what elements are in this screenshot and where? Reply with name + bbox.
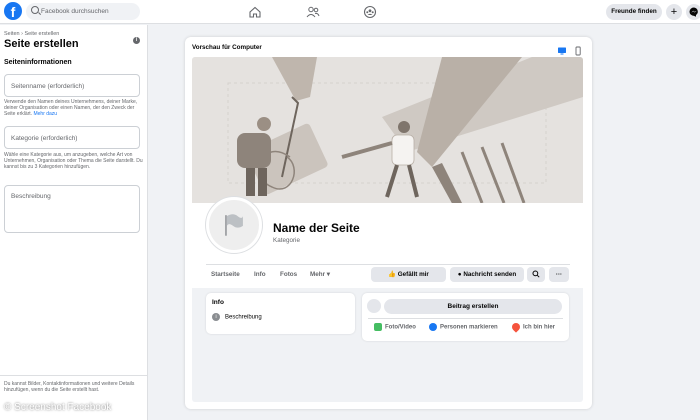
flag-avatar-icon (367, 299, 381, 313)
category-input[interactable] (5, 128, 139, 149)
desktop-icon[interactable] (557, 43, 567, 55)
photo-video-action[interactable]: Foto/Video (374, 323, 416, 331)
search-input[interactable] (41, 3, 137, 20)
category-help: Wähle eine Kategorie aus, um anzugeben, … (4, 152, 143, 171)
find-friends-button[interactable]: Freunde finden (606, 4, 662, 20)
category-field[interactable] (4, 126, 140, 149)
page-category: Kategorie (273, 237, 300, 244)
info-description: Beschreibung (225, 314, 262, 321)
tab-home[interactable]: Startseite (211, 271, 240, 278)
tab-photos[interactable]: Fotos (280, 271, 297, 278)
sidebar-footer: Du kannst Bilder, Kontaktinformationen u… (0, 375, 148, 420)
tag-people-label: Personen markieren (440, 324, 498, 331)
screenshot-watermark: © Screenshot Facebook (4, 402, 112, 413)
footer-text: Du kannst Bilder, Kontaktinformationen u… (4, 381, 135, 394)
plus-icon[interactable]: + (666, 4, 682, 20)
more-options-button[interactable]: ··· (549, 267, 569, 282)
preview-title: Vorschau für Computer (192, 44, 262, 51)
tabs-divider (206, 264, 570, 265)
send-message-button[interactable]: ● Nachricht senden (450, 267, 524, 282)
post-divider (368, 318, 563, 319)
like-icon: 👍 (388, 271, 396, 278)
send-message-label: Nachricht senden (463, 271, 517, 278)
info-icon[interactable]: i (133, 37, 140, 44)
page-name-help: Verwende den Namen deines Unternehmens, … (4, 99, 144, 118)
search-icon (532, 270, 540, 278)
search-box[interactable] (26, 3, 140, 20)
tag-people-action[interactable]: Personen markieren (429, 323, 498, 331)
info-card-title: Info (212, 299, 224, 306)
like-label: Gefällt mir (397, 271, 429, 278)
tag-people-icon (429, 323, 437, 331)
info-circle-icon: i (212, 313, 220, 321)
check-in-action[interactable]: Ich bin hier (510, 321, 556, 333)
profile-picture[interactable] (206, 197, 262, 253)
tab-more[interactable]: Mehr ▾ (310, 271, 330, 278)
section-title: Seiteninformationen (4, 59, 72, 66)
search-icon (31, 6, 39, 14)
groups-icon[interactable] (363, 5, 377, 19)
photo-icon (374, 323, 382, 331)
desktop-preview-panel: Vorschau für Computer Name der Seite Kat… (185, 37, 592, 409)
page-name: Name der Seite (273, 221, 360, 235)
mobile-icon[interactable] (573, 43, 583, 56)
create-post-button[interactable]: Beitrag erstellen (384, 299, 562, 314)
breadcrumb[interactable]: Seiten › Seite erstellen (4, 31, 59, 37)
like-button[interactable]: 👍 Gefällt mir (371, 267, 446, 282)
learn-more-link[interactable]: Mehr dazu (33, 111, 57, 117)
page-name-help-text: Verwende den Namen deines Unternehmens, … (4, 99, 138, 118)
create-post-card: Beitrag erstellen Foto/Video Personen ma… (362, 293, 569, 341)
page-title: Seite erstellen (4, 38, 79, 50)
home-icon[interactable] (248, 5, 262, 19)
search-page-button[interactable] (527, 267, 545, 282)
create-page-sidebar: Seiten › Seite erstellen Seite erstellen… (0, 25, 148, 420)
check-in-label: Ich bin hier (523, 324, 556, 331)
top-navigation-bar: f Freunde finden + (0, 0, 700, 24)
description-input[interactable] (5, 186, 139, 232)
page-name-input[interactable] (5, 76, 139, 97)
page-preview: Name der Seite Kategorie Startseite Info… (192, 57, 583, 402)
cover-illustration (192, 57, 583, 207)
facebook-logo[interactable]: f (4, 2, 22, 20)
friends-icon[interactable] (306, 5, 320, 19)
info-card: Info i Beschreibung (206, 293, 355, 334)
tab-info[interactable]: Info (254, 271, 266, 278)
page-name-field[interactable] (4, 74, 140, 97)
location-pin-icon (510, 321, 522, 333)
messenger-small-icon: ● (457, 271, 462, 278)
info-description-row: i Beschreibung (212, 313, 262, 321)
description-field[interactable] (4, 185, 140, 233)
photo-video-label: Foto/Video (385, 324, 416, 331)
messenger-icon[interactable] (686, 4, 700, 20)
